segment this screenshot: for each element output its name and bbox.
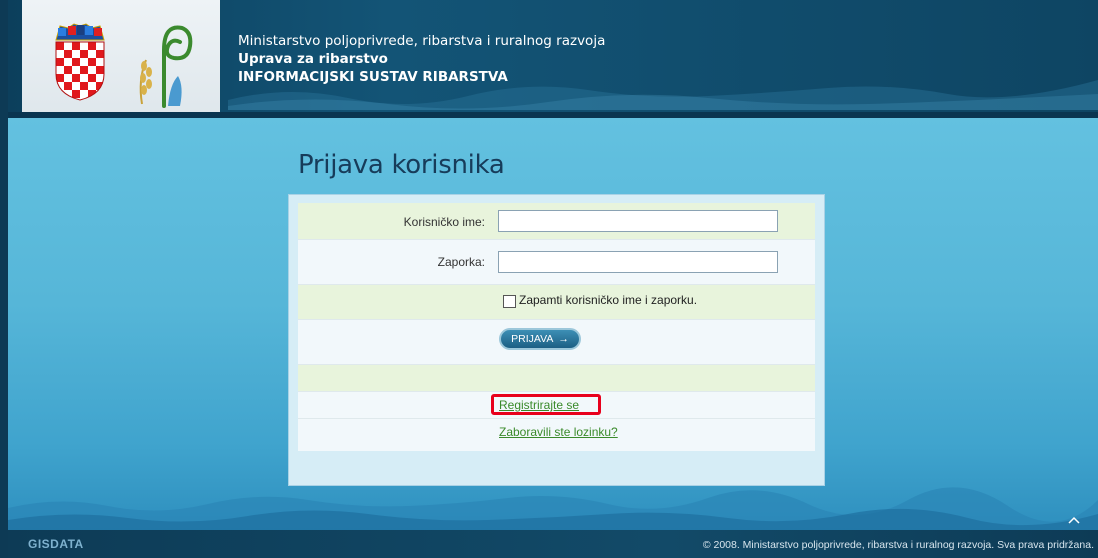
username-input[interactable] — [498, 210, 778, 232]
footer-brand[interactable]: GISDATA — [28, 537, 84, 551]
password-label: Zaporka: — [437, 255, 485, 269]
username-row: Korisničko ime: — [298, 203, 815, 240]
arrow-right-icon: → — [558, 333, 569, 345]
register-link[interactable]: Registrirajte se — [499, 398, 579, 412]
forgot-password-link[interactable]: Zaboravili ste lozinku? — [499, 425, 618, 439]
login-button[interactable]: PRIJAVA → — [499, 328, 581, 350]
croatian-coat-of-arms-icon — [55, 23, 105, 101]
remember-row: Zapamti korisničko ime i zaporku. — [298, 285, 815, 320]
password-input[interactable] — [498, 251, 778, 273]
system-name: INFORMACIJSKI SUSTAV RIBARSTVA — [238, 69, 508, 85]
ministry-name: Ministarstvo poljoprivrede, ribarstva i … — [238, 33, 606, 49]
left-frame-border — [0, 0, 8, 558]
scroll-to-top-icon[interactable] — [1068, 516, 1080, 524]
site-footer: GISDATA © 2008. Ministarstvo poljoprivre… — [8, 530, 1098, 558]
fisheries-logo-icon — [139, 25, 193, 108]
footer-copyright: © 2008. Ministarstvo poljoprivrede, riba… — [702, 539, 1094, 551]
login-form: Korisničko ime: Zaporka: Zapamti korisni… — [298, 203, 815, 451]
login-form-panel: Korisničko ime: Zaporka: Zapamti korisni… — [288, 194, 825, 486]
submit-row: PRIJAVA → — [298, 320, 815, 365]
main-content: Prijava korisnika Korisničko ime: Zapork… — [8, 118, 1098, 530]
remember-label[interactable]: Zapamti korisničko ime i zaporku. — [519, 293, 697, 307]
password-row: Zaporka: — [298, 240, 815, 285]
page-title: Prijava korisnika — [298, 150, 505, 180]
spacer-row — [298, 365, 815, 392]
login-button-label: PRIJAVA — [511, 333, 554, 345]
header-titles: Ministarstvo poljoprivrede, ribarstva i … — [238, 32, 605, 86]
directorate-name: Uprava za ribarstvo — [238, 51, 388, 67]
remember-checkbox[interactable] — [503, 295, 516, 308]
site-header: Ministarstvo poljoprivrede, ribarstva i … — [8, 0, 1098, 118]
forgot-row: Zaboravili ste lozinku? — [298, 419, 815, 451]
username-label: Korisničko ime: — [403, 215, 485, 229]
register-row: Registrirajte se — [298, 392, 815, 419]
logo-area — [22, 0, 220, 116]
